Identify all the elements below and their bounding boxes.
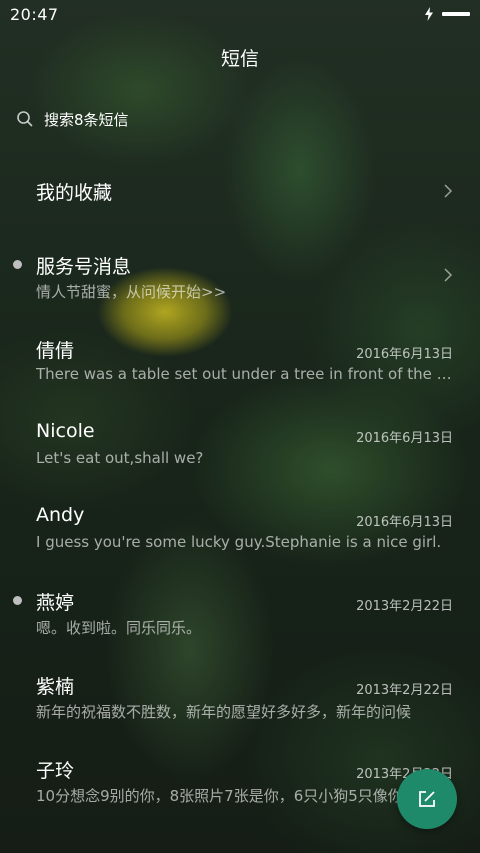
message-preview: There was a table set out under a tree i… <box>36 365 453 383</box>
service-title: 服务号消息 <box>36 256 132 278</box>
chevron-right-icon <box>444 268 453 282</box>
search-bar[interactable]: 搜索8条短信 <box>16 104 464 134</box>
message-preview: 新年的祝福数不胜数，新年的愿望好多好多，新年的问候 <box>36 703 412 721</box>
chevron-right-icon <box>444 184 453 198</box>
compose-icon <box>419 791 435 807</box>
message-date: 2013年2月22日 <box>356 599 453 614</box>
conversation-item[interactable]: 紫楠 2013年2月22日 新年的祝福数不胜数，新年的愿望好多好多，新年的问候 <box>0 670 480 730</box>
message-preview: I guess you're some lucky guy.Stephanie … <box>36 533 442 551</box>
message-date: 2016年6月13日 <box>356 515 453 530</box>
message-date: 2013年2月22日 <box>356 683 453 698</box>
message-date: 2016年6月13日 <box>356 431 453 446</box>
contact-name: Nicole <box>36 420 95 442</box>
charging-icon <box>425 7 433 21</box>
contact-name: 倩倩 <box>36 340 75 362</box>
message-date: 2016年6月13日 <box>356 347 453 362</box>
favorites-label: 我的收藏 <box>36 182 113 204</box>
search-input[interactable]: 搜索8条短信 <box>44 109 129 130</box>
unread-dot <box>13 596 22 605</box>
service-preview: 情人节甜蜜，从问候开始>> <box>36 283 227 301</box>
contact-name: 燕婷 <box>36 592 75 614</box>
status-icons <box>424 7 470 21</box>
page-title: 短信 <box>220 48 259 70</box>
conversation-item[interactable]: Andy 2016年6月13日 I guess you're some luck… <box>0 502 480 562</box>
message-preview: 10分想念9别的你，8张照片7张是你，6只小狗5只像你 <box>36 787 403 805</box>
favorites-item[interactable]: 我的收藏 <box>0 170 480 214</box>
battery-icon <box>442 12 470 16</box>
compose-message-button[interactable] <box>397 769 457 829</box>
contact-name: 紫楠 <box>36 676 75 698</box>
service-messages-item[interactable]: 服务号消息 情人节甜蜜，从问候开始>> <box>0 248 480 308</box>
unread-dot <box>13 260 22 269</box>
conversation-item[interactable]: Nicole 2016年6月13日 Let's eat out,shall we… <box>0 418 480 478</box>
status-time: 20:47 <box>10 4 59 24</box>
search-icon <box>17 111 33 127</box>
status-bar: 20:47 <box>0 0 480 28</box>
conversation-item[interactable]: 燕婷 2013年2月22日 嗯。收到啦。同乐同乐。 <box>0 586 480 646</box>
message-preview: 嗯。收到啦。同乐同乐。 <box>36 619 202 637</box>
message-preview: Let's eat out,shall we? <box>36 449 204 467</box>
contact-name: 子玲 <box>36 760 75 782</box>
contact-name: Andy <box>36 504 85 526</box>
conversation-item[interactable]: 倩倩 2016年6月13日 There was a table set out … <box>0 334 480 394</box>
